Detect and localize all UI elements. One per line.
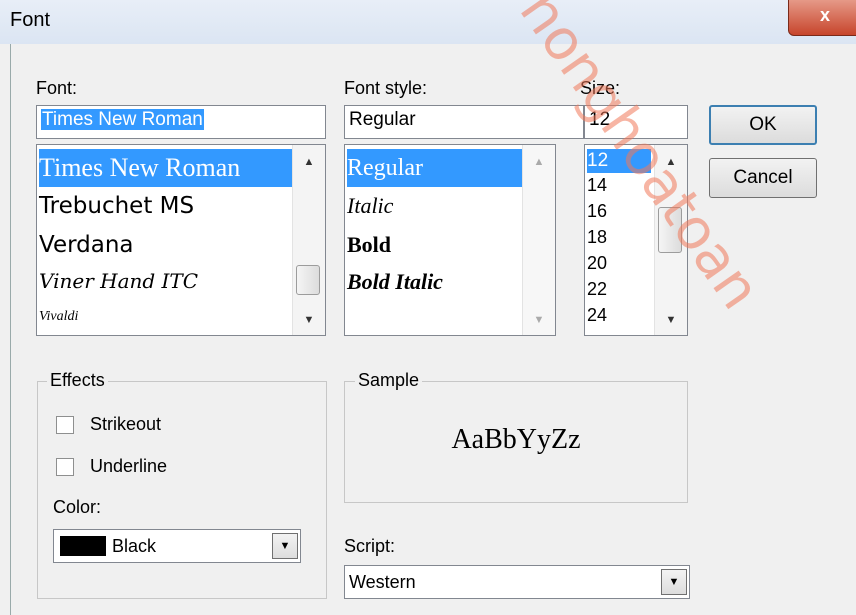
font-list[interactable]: Times New Roman Trebuchet MS Verdana Vin… xyxy=(36,144,326,336)
font-style-list[interactable]: Regular Italic Bold Bold Italic ▲ ▼ xyxy=(344,144,556,336)
effects-title: Effects xyxy=(47,370,108,391)
font-style-value: Regular xyxy=(349,109,416,130)
scroll-thumb[interactable] xyxy=(658,207,682,253)
strikeout-label: Strikeout xyxy=(90,414,162,434)
sample-text: AaBbYyZz xyxy=(451,424,581,455)
size-item[interactable]: 22 xyxy=(587,279,607,299)
font-style-item[interactable]: Regular xyxy=(347,149,523,187)
scroll-thumb[interactable] xyxy=(296,265,320,295)
title-bar: Font x xyxy=(0,0,856,44)
font-list-item[interactable]: Vivaldi xyxy=(39,302,78,332)
size-item[interactable]: 16 xyxy=(587,201,607,221)
underline-checkbox[interactable] xyxy=(56,458,74,476)
script-value: Western xyxy=(349,572,416,592)
font-style-scrollbar[interactable]: ▲ ▼ xyxy=(522,145,555,335)
size-list-scrollbar[interactable]: ▲ ▼ xyxy=(654,145,687,335)
font-style-item[interactable]: Italic xyxy=(347,187,393,225)
ok-button[interactable]: OK xyxy=(709,105,817,145)
font-list-item[interactable]: Viner Hand ITC xyxy=(39,263,198,299)
sample-title: Sample xyxy=(355,370,423,391)
close-icon: x xyxy=(819,5,830,25)
size-item[interactable]: 14 xyxy=(587,175,607,195)
close-button[interactable]: x xyxy=(788,0,856,36)
underline-label: Underline xyxy=(90,456,168,476)
scroll-up-icon[interactable]: ▲ xyxy=(523,149,555,175)
size-item[interactable]: 24 xyxy=(587,305,607,325)
chevron-down-icon[interactable]: ▼ xyxy=(272,533,298,559)
scroll-up-icon[interactable]: ▲ xyxy=(293,149,325,175)
size-list[interactable]: 12 14 16 18 20 22 24 ▲ ▼ xyxy=(584,144,688,336)
size-item[interactable]: 20 xyxy=(587,253,607,273)
font-style-label: Font style: xyxy=(344,78,428,98)
color-select[interactable]: Black ▼ xyxy=(53,529,301,563)
scroll-up-icon[interactable]: ▲ xyxy=(655,149,687,175)
size-item[interactable]: 18 xyxy=(587,227,607,247)
chevron-down-icon[interactable]: ▼ xyxy=(661,569,687,595)
scroll-down-icon[interactable]: ▼ xyxy=(655,307,687,333)
font-list-item[interactable]: Trebuchet MS xyxy=(39,187,194,225)
font-name-input[interactable]: Times New Roman xyxy=(36,105,326,139)
scroll-down-icon[interactable]: ▼ xyxy=(523,307,555,333)
font-list-item[interactable]: Verdana xyxy=(39,226,134,264)
font-style-item[interactable]: Bold xyxy=(347,226,391,264)
cancel-button[interactable]: Cancel xyxy=(709,158,817,198)
dialog-body: Font: Times New Roman Times New Roman Tr… xyxy=(10,44,856,615)
effects-group xyxy=(37,381,327,599)
font-style-input[interactable]: Regular xyxy=(344,105,584,139)
size-item[interactable]: 12 xyxy=(587,149,651,173)
font-label: Font: xyxy=(36,78,78,98)
strikeout-checkbox[interactable] xyxy=(56,416,74,434)
font-list-scrollbar[interactable]: ▲ ▼ xyxy=(292,145,325,335)
size-value: 12 xyxy=(589,109,611,130)
script-select[interactable]: Western ▼ xyxy=(344,565,690,599)
color-value: Black xyxy=(112,536,157,556)
size-input[interactable]: 12 xyxy=(584,105,688,139)
font-list-item[interactable]: Times New Roman xyxy=(39,149,293,187)
script-label: Script: xyxy=(344,536,396,556)
font-name-value: Times New Roman xyxy=(41,109,204,130)
sample-group: AaBbYyZz xyxy=(344,381,688,503)
color-label: Color: xyxy=(53,497,102,517)
scroll-down-icon[interactable]: ▼ xyxy=(293,307,325,333)
font-style-item[interactable]: Bold Italic xyxy=(347,263,443,301)
color-swatch xyxy=(60,536,106,556)
size-label: Size: xyxy=(580,78,621,98)
window-title: Font xyxy=(10,9,51,31)
